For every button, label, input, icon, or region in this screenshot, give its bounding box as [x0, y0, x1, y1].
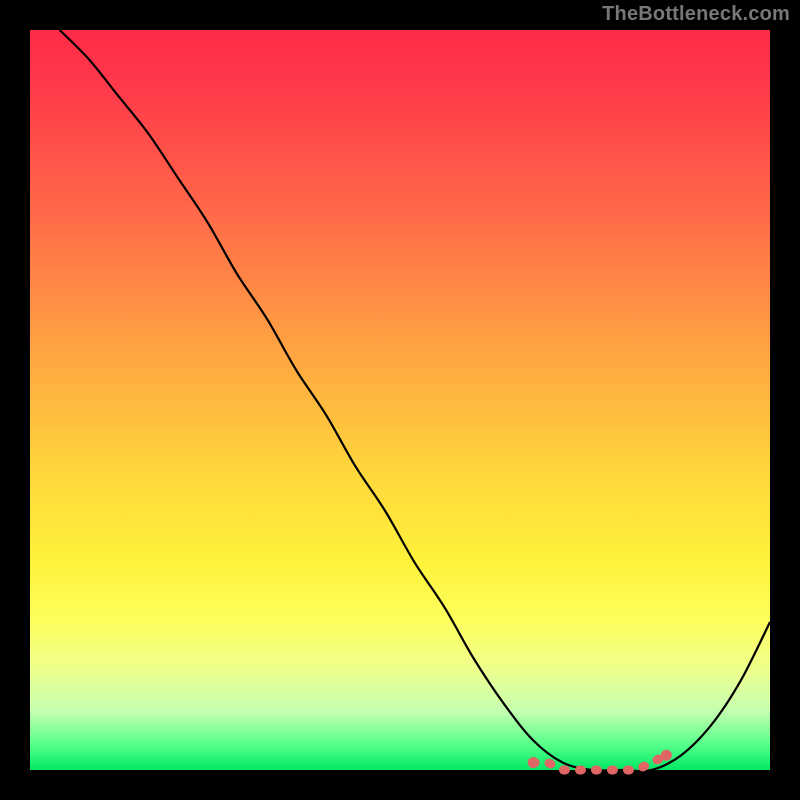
optimal-range-markers	[528, 750, 672, 770]
optimal-range-end-icon	[528, 757, 539, 768]
bottleneck-curve	[60, 30, 770, 771]
watermark-text: TheBottleneck.com	[602, 3, 790, 26]
chart-svg	[30, 30, 770, 770]
curve-line	[60, 30, 770, 771]
chart-frame: TheBottleneck.com	[0, 0, 800, 800]
optimal-range-end-icon	[661, 750, 672, 761]
plot-area	[30, 30, 770, 770]
